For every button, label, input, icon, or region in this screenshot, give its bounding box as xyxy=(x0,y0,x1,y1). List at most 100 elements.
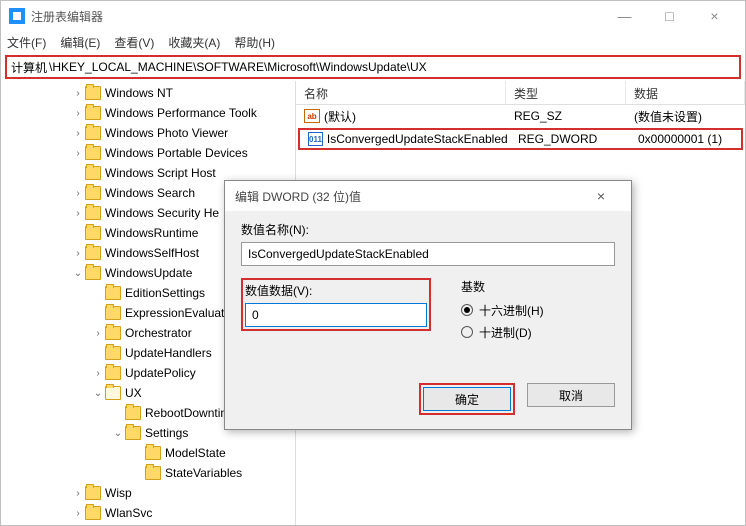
tree-item[interactable]: › Windows Performance Toolk xyxy=(1,103,295,123)
chevron-icon[interactable]: ⌄ xyxy=(91,388,105,399)
folder-icon xyxy=(145,446,161,460)
value-type: REG_SZ xyxy=(506,109,626,123)
chevron-icon[interactable]: › xyxy=(71,148,85,159)
radio-dec[interactable]: 十进制(D) xyxy=(461,321,615,343)
folder-icon xyxy=(85,186,101,200)
chevron-icon[interactable]: › xyxy=(91,328,105,339)
tree-item-label: Wisp xyxy=(105,486,132,500)
chevron-icon[interactable]: › xyxy=(71,508,85,519)
tree-item[interactable]: StateVariables xyxy=(1,463,295,483)
tree-item[interactable]: › WlanSvc xyxy=(1,503,295,523)
folder-icon xyxy=(105,386,121,400)
folder-icon xyxy=(85,146,101,160)
cancel-button[interactable]: 取消 xyxy=(527,383,615,407)
value-name-field[interactable]: IsConvergedUpdateStackEnabled xyxy=(241,242,615,266)
header-type[interactable]: 类型 xyxy=(506,81,626,104)
folder-icon xyxy=(85,86,101,100)
value-data-field[interactable]: 0 xyxy=(245,303,427,327)
value-data: (数值未设置) xyxy=(626,108,745,125)
menu-view[interactable]: 查看(V) xyxy=(114,34,154,51)
addressbar-path: \HKEY_LOCAL_MACHINE\SOFTWARE\Microsoft\W… xyxy=(49,60,427,74)
dialog-body: 数值名称(N): IsConvergedUpdateStackEnabled 数… xyxy=(225,211,631,429)
value-name: IsConvergedUpdateStackEnabled xyxy=(327,132,508,146)
folder-icon xyxy=(105,306,121,320)
tree-item-label: ModelState xyxy=(165,446,226,460)
folder-icon xyxy=(85,126,101,140)
tree-item[interactable]: › Windows Portable Devices xyxy=(1,143,295,163)
tree-item[interactable]: › Windows NT xyxy=(1,83,295,103)
list-row[interactable]: ab (默认) REG_SZ(数值未设置) xyxy=(296,105,745,127)
tree-item-label: Windows Script Host xyxy=(105,166,216,180)
maximize-button[interactable]: □ xyxy=(647,1,692,31)
list-header: 名称 类型 数据 xyxy=(296,81,745,105)
base-label: 基数 xyxy=(461,278,615,295)
edit-dword-dialog: 编辑 DWORD (32 位)值 × 数值名称(N): IsConvergedU… xyxy=(224,180,632,430)
tree-item[interactable]: › Wisp xyxy=(1,483,295,503)
radio-dec-label: 十进制(D) xyxy=(479,324,532,341)
tree-item-label: Windows NT xyxy=(105,86,173,100)
folder-icon xyxy=(145,466,161,480)
folder-icon xyxy=(85,206,101,220)
menu-file[interactable]: 文件(F) xyxy=(7,34,46,51)
tree-item-label: UpdateHandlers xyxy=(125,346,212,360)
addressbar-label: 计算机 xyxy=(11,59,47,76)
chevron-icon[interactable]: ⌄ xyxy=(111,428,125,439)
chevron-icon[interactable]: › xyxy=(71,128,85,139)
tree-item-label: WindowsRuntime xyxy=(105,226,198,240)
menu-edit[interactable]: 编辑(E) xyxy=(60,34,100,51)
tree-item-label: UpdatePolicy xyxy=(125,366,196,380)
menu-help[interactable]: 帮助(H) xyxy=(234,34,275,51)
folder-icon xyxy=(85,266,101,280)
tree-item-label: EditionSettings xyxy=(125,286,205,300)
radio-hex[interactable]: 十六进制(H) xyxy=(461,299,615,321)
radio-hex-icon xyxy=(461,304,473,316)
folder-icon xyxy=(125,406,141,420)
radio-hex-label: 十六进制(H) xyxy=(479,302,544,319)
folder-icon xyxy=(85,246,101,260)
chevron-icon[interactable]: › xyxy=(71,488,85,499)
close-button[interactable]: × xyxy=(692,1,737,31)
chevron-icon[interactable]: ⌄ xyxy=(71,268,85,279)
dialog-title: 编辑 DWORD (32 位)值 xyxy=(235,188,581,205)
folder-icon xyxy=(105,366,121,380)
dialog-close-button[interactable]: × xyxy=(581,188,621,204)
folder-icon xyxy=(105,346,121,360)
folder-icon xyxy=(85,166,101,180)
tree-item-label: Windows Portable Devices xyxy=(105,146,248,160)
tree-item[interactable]: › Windows Photo Viewer xyxy=(1,123,295,143)
menu-favorites[interactable]: 收藏夹(A) xyxy=(168,34,220,51)
addressbar[interactable]: 计算机 \HKEY_LOCAL_MACHINE\SOFTWARE\Microso… xyxy=(5,55,741,79)
tree-item-label: RebootDowntin xyxy=(145,406,227,420)
value-name-label: 数值名称(N): xyxy=(241,221,615,238)
list-row[interactable]: 011IsConvergedUpdateStackEnabledREG_DWOR… xyxy=(298,128,743,150)
header-name[interactable]: 名称 xyxy=(296,81,506,104)
ok-button[interactable]: 确定 xyxy=(423,387,511,411)
string-value-icon: ab xyxy=(304,109,320,123)
folder-icon xyxy=(85,226,101,240)
minimize-button[interactable]: — xyxy=(602,1,647,31)
header-data[interactable]: 数据 xyxy=(626,81,745,104)
value-type: REG_DWORD xyxy=(510,132,630,146)
folder-icon xyxy=(85,506,101,520)
window-title: 注册表编辑器 xyxy=(31,8,602,25)
tree-item-label: Windows Security He xyxy=(105,206,219,220)
chevron-icon[interactable]: › xyxy=(71,188,85,199)
value-name: (默认) xyxy=(324,108,356,125)
chevron-icon[interactable]: › xyxy=(71,88,85,99)
tree-item[interactable]: ModelState xyxy=(1,443,295,463)
titlebar: 注册表编辑器 — □ × xyxy=(1,1,745,31)
tree-item-label: UX xyxy=(125,386,142,400)
chevron-icon[interactable]: › xyxy=(71,208,85,219)
value-data-label: 数值数据(V): xyxy=(245,282,427,299)
tree-item-label: StateVariables xyxy=(165,466,242,480)
window-controls: — □ × xyxy=(602,1,737,31)
chevron-icon[interactable]: › xyxy=(91,368,105,379)
chevron-icon[interactable]: › xyxy=(71,248,85,259)
tree-item-label: Windows Performance Toolk xyxy=(105,106,257,120)
dialog-buttons: 确定 取消 xyxy=(419,383,615,415)
app-icon xyxy=(9,8,25,24)
tree-item-label: WlanSvc xyxy=(105,506,152,520)
chevron-icon[interactable]: › xyxy=(71,108,85,119)
tree-item-label: Windows Photo Viewer xyxy=(105,126,228,140)
folder-icon xyxy=(105,286,121,300)
